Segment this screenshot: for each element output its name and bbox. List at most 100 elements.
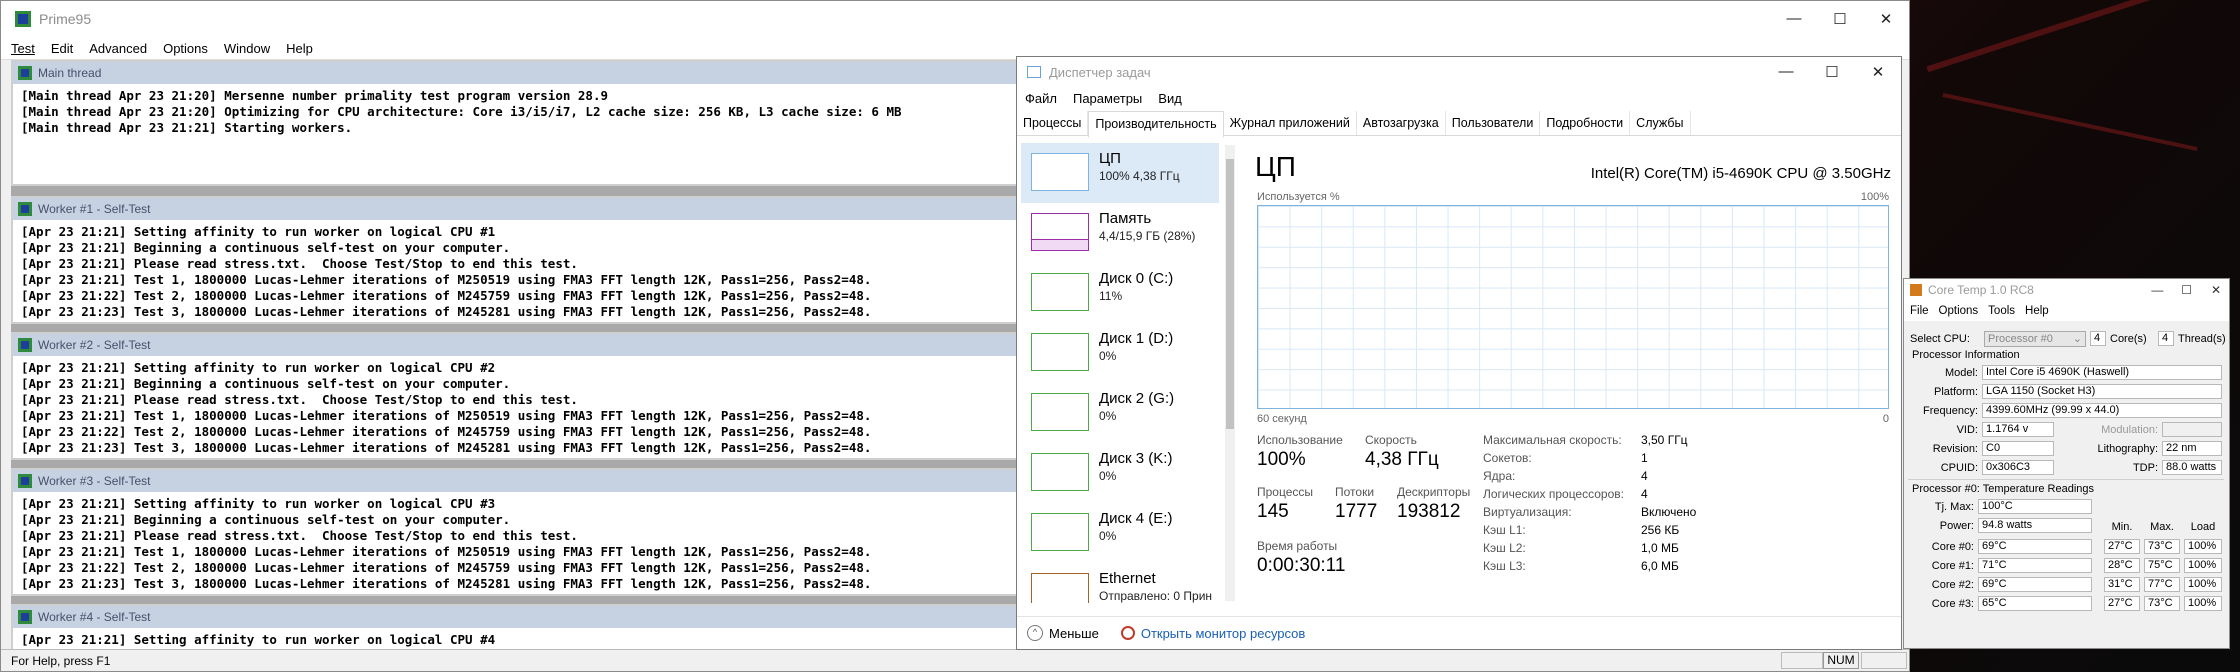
- cpuid-value: 0x306C3: [1982, 460, 2054, 475]
- window-icon: [18, 610, 32, 624]
- prime95-app-icon: [15, 11, 31, 27]
- fewer-details-button[interactable]: Меньше: [1049, 626, 1099, 641]
- core-load: 100%: [2184, 558, 2222, 573]
- tab-details[interactable]: Подробности: [1540, 111, 1631, 135]
- core-load: 100%: [2184, 539, 2222, 554]
- uptime-value: 0:00:30:11: [1257, 555, 1346, 576]
- select-cpu-dropdown[interactable]: Processor #0 ⌄: [1984, 331, 2086, 347]
- sidebar-item-value: 0%: [1099, 469, 1117, 483]
- cores-count: 4: [2090, 331, 2106, 346]
- sidebar-item-disk-3[interactable]: Диск 3 (K:) 0%: [1021, 443, 1219, 503]
- spec-label: Виртуализация:: [1483, 505, 1572, 519]
- sidebar-item-disk-2[interactable]: Диск 2 (G:) 0%: [1021, 383, 1219, 443]
- core-label: Core #3:: [1931, 598, 1974, 610]
- coretemp-icon: [1910, 284, 1922, 296]
- close-button[interactable]: ✕: [1855, 63, 1901, 81]
- power-label: Power:: [1939, 520, 1974, 532]
- sidebar-item-value: 0%: [1099, 409, 1117, 423]
- menu-tools[interactable]: Tools: [1988, 305, 2015, 317]
- coretemp-title: Core Temp 1.0 RC8: [1928, 283, 2034, 297]
- page-title: ЦП: [1255, 151, 1296, 182]
- revision-label: Revision:: [1932, 443, 1978, 455]
- cpuid-label: CPUID:: [1940, 462, 1978, 474]
- menu-options[interactable]: Options: [163, 41, 208, 56]
- disk-mini-graph: [1031, 333, 1089, 371]
- minimize-button[interactable]: —: [2144, 283, 2170, 297]
- menu-help[interactable]: Help: [286, 41, 313, 56]
- maximize-button[interactable]: ☐: [1817, 10, 1863, 28]
- sidebar-item-label: Диск 0 (C:): [1099, 270, 1174, 287]
- open-resource-monitor-link[interactable]: Открыть монитор ресурсов: [1141, 626, 1305, 641]
- sidebar-item-value: 11%: [1099, 289, 1123, 303]
- background-streak: [1926, 0, 2214, 73]
- menu-parameters[interactable]: Параметры: [1073, 91, 1142, 106]
- sidebar-item-disk-4[interactable]: Диск 4 (E:) 0%: [1021, 503, 1219, 563]
- sidebar-item-value: 4,4/15,9 ГБ (28%): [1099, 229, 1196, 243]
- core-temp: 69°C: [1978, 577, 2092, 592]
- minimize-button[interactable]: —: [1771, 10, 1817, 28]
- temperature-heading: Processor #0: Temperature Readings: [1912, 483, 2095, 495]
- prime95-title: Prime95: [39, 11, 92, 27]
- menu-edit[interactable]: Edit: [51, 41, 73, 56]
- spec-value: 1,0 МБ: [1641, 541, 1679, 555]
- menu-window[interactable]: Window: [224, 41, 270, 56]
- sidebar-item-label: ЦП: [1099, 150, 1121, 167]
- sidebar-item-cpu[interactable]: ЦП 100% 4,38 ГГц: [1021, 143, 1219, 203]
- coretemp-titlebar[interactable]: Core Temp 1.0 RC8 — ☐ ✕: [1904, 279, 2229, 301]
- minimize-button[interactable]: —: [1763, 63, 1809, 81]
- maximize-button[interactable]: ☐: [1809, 63, 1855, 81]
- prime95-titlebar[interactable]: Prime95 — ☐ ✕: [1, 1, 1909, 37]
- window-icon: [18, 202, 32, 216]
- sidebar-scrollbar[interactable]: [1225, 145, 1235, 601]
- maximize-button[interactable]: ☐: [2174, 283, 2200, 297]
- vid-value: 1.1764 v: [1982, 422, 2054, 437]
- sidebar-item-ethernet[interactable]: Ethernet Отправлено: 0 Прин: [1021, 563, 1219, 603]
- threads-count: 4: [2158, 331, 2174, 346]
- menu-options[interactable]: Options: [1939, 305, 1979, 317]
- ethernet-mini-graph: [1031, 573, 1089, 603]
- model-label: Model:: [1944, 367, 1978, 379]
- close-button[interactable]: ✕: [1863, 10, 1909, 28]
- tab-processes[interactable]: Процессы: [1017, 111, 1089, 135]
- window-icon: [18, 338, 32, 352]
- tab-startup[interactable]: Автозагрузка: [1357, 111, 1446, 135]
- menu-advanced[interactable]: Advanced: [89, 41, 147, 56]
- menu-file[interactable]: Файл: [1025, 91, 1057, 106]
- window-icon: [18, 66, 32, 80]
- tab-app-history[interactable]: Журнал приложений: [1224, 111, 1357, 135]
- chevron-up-icon[interactable]: ^: [1027, 625, 1043, 641]
- status-pane: [1861, 652, 1907, 669]
- tab-users[interactable]: Пользователи: [1446, 111, 1541, 135]
- close-button[interactable]: ✕: [2203, 283, 2229, 297]
- spec-value: 4: [1641, 487, 1648, 501]
- disk-mini-graph: [1031, 513, 1089, 551]
- sidebar-item-disk-0[interactable]: Диск 0 (C:) 11%: [1021, 263, 1219, 323]
- threads-label: Thread(s): [2178, 333, 2226, 345]
- spec-value: 256 КБ: [1641, 523, 1680, 537]
- separator: [1908, 479, 2224, 480]
- sidebar-item-disk-1[interactable]: Диск 1 (D:) 0%: [1021, 323, 1219, 383]
- load-column-header: Load: [2190, 521, 2216, 533]
- menu-file[interactable]: File: [1910, 305, 1929, 317]
- status-text: For Help, press F1: [11, 653, 111, 668]
- menu-help[interactable]: Help: [2025, 305, 2049, 317]
- resource-sidebar: ЦП 100% 4,38 ГГц Память 4,4/15,9 ГБ (28%) …: [1021, 143, 1223, 603]
- menu-view[interactable]: Вид: [1158, 91, 1182, 106]
- window-icon: [18, 474, 32, 488]
- sidebar-item-memory[interactable]: Память 4,4/15,9 ГБ (28%): [1021, 203, 1219, 263]
- tab-performance[interactable]: Производительность: [1088, 111, 1224, 138]
- tjmax-value: 100°C: [1978, 499, 2092, 514]
- menu-test[interactable]: Test: [11, 41, 35, 56]
- task-manager-titlebar[interactable]: Диспетчер задач — ☐ ✕: [1017, 57, 1901, 87]
- coretemp-window: Core Temp 1.0 RC8 — ☐ ✕ File Options Too…: [1903, 278, 2230, 649]
- scrollbar-thumb[interactable]: [1226, 159, 1234, 429]
- tdp-value: 88.0 watts: [2162, 460, 2222, 475]
- sidebar-item-value: 0%: [1099, 349, 1117, 363]
- spec-label: Кэш L2:: [1483, 541, 1526, 555]
- tab-services[interactable]: Службы: [1630, 111, 1691, 135]
- core-temp: 65°C: [1978, 596, 2092, 611]
- core-load: 100%: [2184, 596, 2222, 611]
- child-title: Main thread: [38, 66, 102, 80]
- core-max: 75°C: [2144, 558, 2180, 573]
- core-label: Core #2:: [1931, 579, 1974, 591]
